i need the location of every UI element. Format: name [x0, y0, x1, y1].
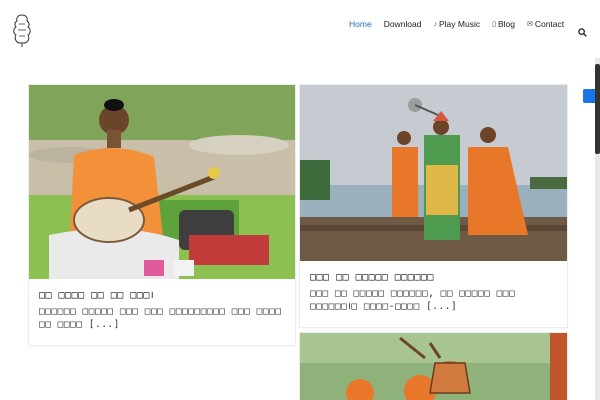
post-thumbnail[interactable] — [300, 333, 567, 400]
post-body: □□□ □□ □□□□□ □□□□□□ □□□ □□ □□□□□ □□□□□□,… — [310, 272, 557, 313]
main-nav: Home Download ♪ Play Music ▯ Blog ✉ Cont… — [349, 19, 576, 29]
post-card[interactable]: □□□ □□ □□□□□ □□□□□□ □□□ □□ □□□□□ □□□□□□,… — [300, 85, 567, 327]
nav-item-label: Download — [383, 19, 422, 29]
nav-item-download[interactable]: Download — [384, 19, 422, 29]
nav-item-label: Blog — [497, 19, 515, 29]
site-logo[interactable] — [8, 12, 36, 48]
page: Home Download ♪ Play Music ▯ Blog ✉ Cont… — [0, 0, 600, 400]
read-more-link[interactable]: [...] — [426, 301, 457, 312]
nav-item-home[interactable]: Home — [349, 19, 372, 29]
nav-item-label: Contact — [534, 19, 565, 29]
nav-item-blog[interactable]: ▯ Blog — [492, 19, 515, 29]
post-excerpt-text: □□□ □□ □□□□□ □□□□□□, □□ □□□□□ □□□ □□□□□□… — [310, 288, 516, 312]
post-excerpt-text: □□□□□□ □□□□□ □□□ □□□ □□□□□□□□□ □□□ □□□□ … — [39, 306, 282, 330]
post-title[interactable]: □□□ □□ □□□□□ □□□□□□ — [310, 272, 557, 284]
nav-item-label: Home — [349, 19, 372, 29]
music-icon: ♪ — [433, 20, 438, 28]
post-thumbnail[interactable] — [29, 85, 295, 279]
post-body: □□ □□□□ □□ □□ □□□। □□□□□□ □□□□□ □□□ □□□ … — [39, 290, 285, 331]
post-title[interactable]: □□ □□□□ □□ □□ □□□। — [39, 290, 285, 302]
site-header: Home Download ♪ Play Music ▯ Blog ✉ Cont… — [0, 0, 600, 58]
search-icon[interactable] — [578, 28, 587, 39]
read-more-link[interactable]: [...] — [89, 319, 120, 330]
scrollbar-thumb[interactable] — [595, 64, 600, 154]
post-excerpt: □□□ □□ □□□□□ □□□□□□, □□ □□□□□ □□□ □□□□□□… — [310, 287, 557, 313]
post-thumbnail[interactable] — [300, 85, 567, 261]
mail-icon: ✉ — [526, 21, 533, 28]
post-excerpt: □□□□□□ □□□□□ □□□ □□□ □□□□□□□□□ □□□ □□□□ … — [39, 305, 285, 331]
document-icon: ▯ — [492, 21, 496, 28]
nav-item-contact[interactable]: ✉ Contact — [527, 19, 564, 29]
post-card[interactable]: □□ □□□□ □□ □□ □□□। □□□□□□ □□□□□ □□□ □□□ … — [29, 85, 295, 345]
nav-item-label: Play Music — [439, 19, 481, 29]
post-card[interactable] — [300, 333, 567, 400]
nav-item-play-music[interactable]: ♪ Play Music — [434, 19, 481, 29]
